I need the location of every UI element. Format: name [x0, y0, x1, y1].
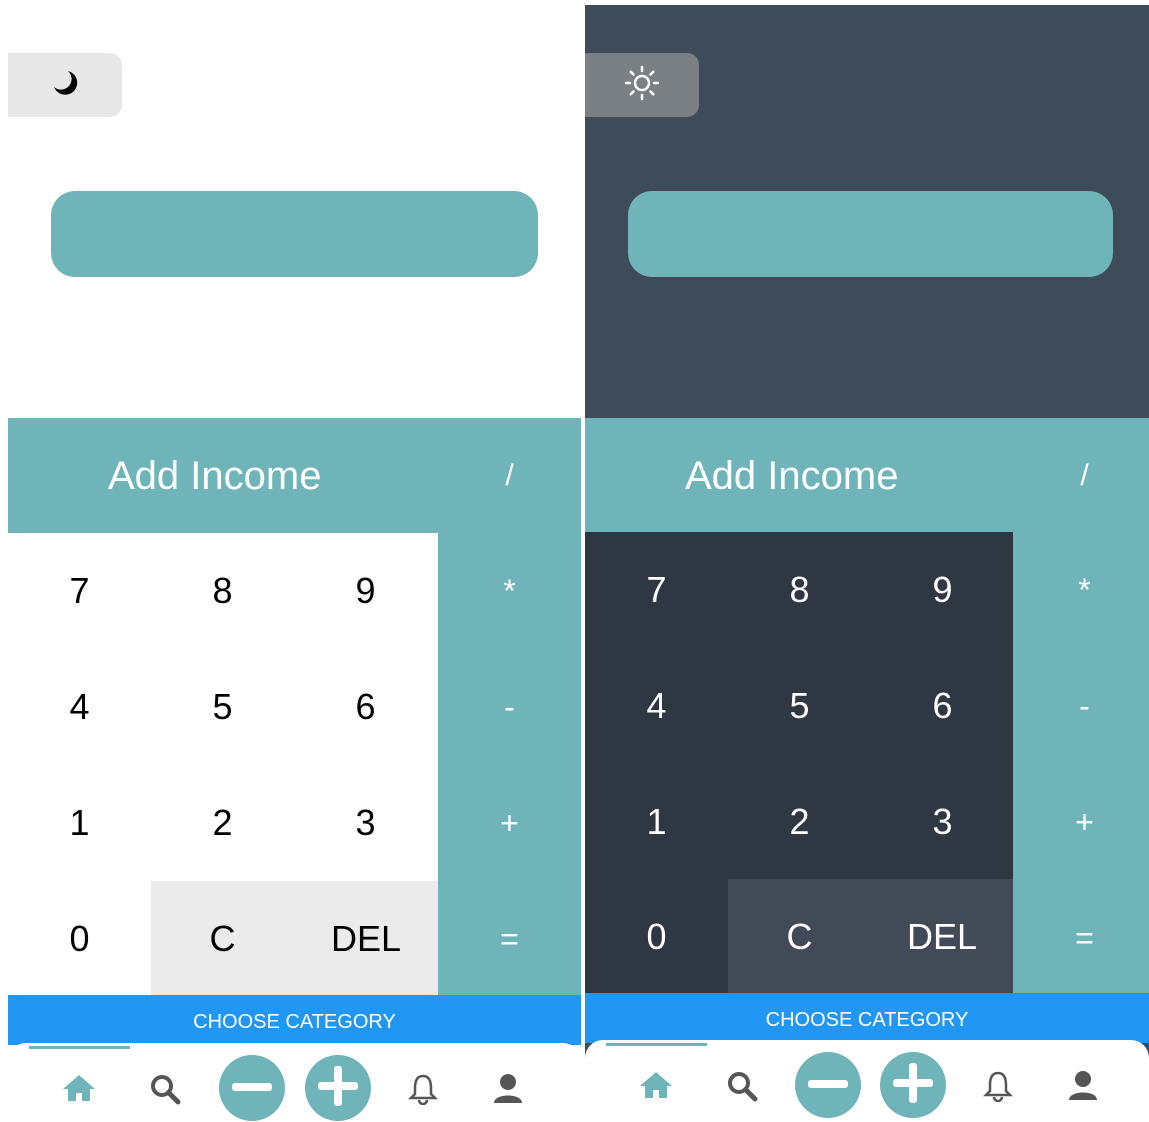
- clear-key[interactable]: C: [728, 879, 871, 995]
- keypad: Add Income / 7 8 9 4 5 6 1 2 3 0 C DEL *…: [8, 418, 581, 997]
- subtract-key[interactable]: -: [438, 649, 581, 765]
- key-9[interactable]: 9: [871, 532, 1014, 648]
- subtract-key[interactable]: -: [1013, 648, 1149, 764]
- bottom-nav: [8, 1043, 581, 1122]
- number-pad: 7 8 9 4 5 6 1 2 3 0 C DEL: [8, 533, 438, 997]
- search-icon[interactable]: [726, 1070, 758, 1102]
- key-4[interactable]: 4: [8, 649, 151, 765]
- moon-icon: [50, 68, 80, 103]
- multiply-key[interactable]: *: [438, 533, 581, 649]
- theme-toggle-button[interactable]: [585, 53, 699, 117]
- minus-icon: [232, 1079, 272, 1097]
- add-expense-button[interactable]: [219, 1055, 285, 1121]
- plus-icon: [893, 1062, 933, 1108]
- keypad-title: Add Income: [108, 454, 322, 498]
- key-1[interactable]: 1: [585, 764, 728, 880]
- bottom-nav: [585, 1040, 1149, 1122]
- add-key[interactable]: +: [438, 765, 581, 881]
- keypad-header: Add Income /: [585, 418, 1149, 533]
- keypad: Add Income / 7 8 9 4 5 6 1 2 3 0 C DEL *…: [585, 418, 1149, 1000]
- keypad-header: Add Income /: [8, 418, 581, 533]
- user-icon[interactable]: [492, 1072, 524, 1104]
- choose-category-label: CHOOSE CATEGORY: [765, 1009, 969, 1031]
- dark-screen: Add Income / 7 8 9 4 5 6 1 2 3 0 C DEL *…: [585, 5, 1149, 1122]
- key-1[interactable]: 1: [8, 765, 151, 881]
- sun-icon: [624, 65, 660, 106]
- choose-category-label: CHOOSE CATEGORY: [193, 1011, 396, 1033]
- active-tab-indicator: [29, 1046, 130, 1049]
- minus-icon: [808, 1076, 848, 1094]
- keypad-title: Add Income: [685, 454, 899, 498]
- divide-key[interactable]: /: [438, 418, 581, 533]
- add-income-button[interactable]: [305, 1055, 371, 1121]
- number-pad: 7 8 9 4 5 6 1 2 3 0 C DEL: [585, 532, 1013, 995]
- key-5[interactable]: 5: [728, 648, 871, 764]
- bell-icon[interactable]: [408, 1073, 438, 1105]
- divide-key[interactable]: /: [1013, 418, 1149, 533]
- key-6[interactable]: 6: [294, 649, 437, 765]
- home-icon[interactable]: [61, 1073, 97, 1103]
- key-7[interactable]: 7: [8, 533, 151, 649]
- user-icon[interactable]: [1067, 1069, 1099, 1101]
- plus-icon: [318, 1065, 358, 1111]
- key-2[interactable]: 2: [151, 765, 294, 881]
- key-3[interactable]: 3: [294, 765, 437, 881]
- home-icon[interactable]: [638, 1070, 674, 1100]
- equals-key[interactable]: =: [438, 881, 581, 997]
- key-7[interactable]: 7: [585, 532, 728, 648]
- add-income-button[interactable]: [880, 1052, 946, 1118]
- key-8[interactable]: 8: [728, 532, 871, 648]
- key-6[interactable]: 6: [871, 648, 1014, 764]
- key-2[interactable]: 2: [728, 764, 871, 880]
- equals-key[interactable]: =: [1013, 880, 1149, 996]
- add-key[interactable]: +: [1013, 764, 1149, 880]
- delete-key[interactable]: DEL: [294, 881, 438, 997]
- choose-category-button[interactable]: CHOOSE CATEGORY: [585, 993, 1149, 1043]
- search-icon[interactable]: [149, 1073, 181, 1105]
- delete-key[interactable]: DEL: [871, 879, 1013, 995]
- amount-display[interactable]: [51, 191, 538, 277]
- key-8[interactable]: 8: [151, 533, 294, 649]
- clear-key[interactable]: C: [151, 881, 294, 997]
- key-3[interactable]: 3: [871, 764, 1014, 880]
- light-screen: Add Income / 7 8 9 4 5 6 1 2 3 0 C DEL *…: [8, 0, 581, 1122]
- choose-category-button[interactable]: CHOOSE CATEGORY: [8, 995, 581, 1045]
- key-0[interactable]: 0: [8, 881, 151, 997]
- theme-toggle-button[interactable]: [8, 53, 122, 117]
- key-4[interactable]: 4: [585, 648, 728, 764]
- amount-display[interactable]: [628, 191, 1113, 277]
- add-expense-button[interactable]: [795, 1052, 861, 1118]
- bell-icon[interactable]: [983, 1070, 1013, 1102]
- key-9[interactable]: 9: [294, 533, 437, 649]
- multiply-key[interactable]: *: [1013, 532, 1149, 648]
- key-0[interactable]: 0: [585, 879, 728, 995]
- active-tab-indicator: [606, 1043, 707, 1046]
- key-5[interactable]: 5: [151, 649, 294, 765]
